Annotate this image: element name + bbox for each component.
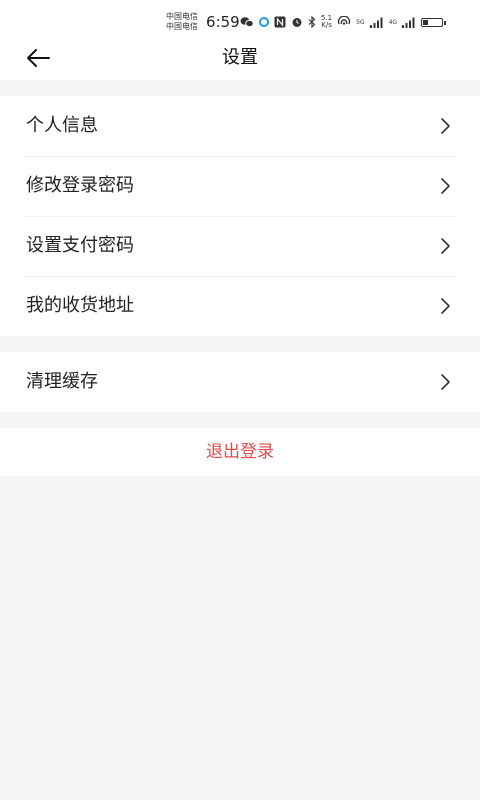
wechat-icon: [240, 17, 254, 28]
status-bar: 中国电信 中国电信 6:59 5.1 K/s 5G 4G: [0, 0, 480, 42]
chevron-right-icon: [441, 118, 450, 134]
menu-item-personal-info[interactable]: 个人信息: [0, 96, 480, 156]
menu-item-label: 修改登录密码: [26, 175, 134, 196]
signal-sim1-icon: [369, 17, 383, 28]
menu-item-label: 我的收货地址: [26, 295, 134, 316]
menu-item-set-payment-password[interactable]: 设置支付密码: [0, 216, 480, 276]
menu-item-label: 个人信息: [26, 115, 98, 136]
page-title: 设置: [222, 47, 258, 68]
app-notification-icon: [259, 17, 269, 27]
menu-item-label: 清理缓存: [26, 371, 98, 392]
logout-section: 退出登录: [0, 428, 480, 476]
sim1-network: 5G: [356, 18, 365, 26]
chevron-right-icon: [441, 374, 450, 390]
settings-group-account: 个人信息 修改登录密码 设置支付密码 我的收货地址: [0, 96, 480, 336]
hotspot-icon: [338, 16, 351, 25]
status-icons: 5.1 K/s 5G 4G: [240, 14, 447, 30]
carrier-info: 中国电信 中国电信: [166, 12, 198, 32]
chevron-right-icon: [441, 298, 450, 314]
carrier-2: 中国电信: [166, 22, 198, 31]
logout-button[interactable]: 退出登录: [0, 428, 480, 476]
battery-icon: [421, 17, 447, 27]
carrier-1: 中国电信: [166, 12, 198, 21]
menu-item-change-login-password[interactable]: 修改登录密码: [0, 156, 480, 216]
divider: [24, 276, 456, 277]
alarm-icon: [292, 18, 302, 27]
sim2-network: 4G: [388, 18, 398, 26]
chevron-right-icon: [441, 178, 450, 194]
divider: [24, 216, 456, 217]
bluetooth-icon: [308, 16, 316, 28]
battery-level: [423, 19, 429, 25]
chevron-right-icon: [441, 238, 450, 254]
signal-sim2-icon: [402, 17, 415, 28]
menu-item-shipping-address[interactable]: 我的收货地址: [0, 276, 480, 336]
top-bar: 中国电信 中国电信 6:59 5.1 K/s 5G 4G 设置: [0, 0, 480, 80]
settings-group-cache: 清理缓存: [0, 352, 480, 412]
divider: [24, 156, 456, 157]
nfc-icon: [274, 16, 286, 28]
status-time: 6:59: [206, 13, 240, 31]
menu-item-label: 设置支付密码: [26, 235, 134, 256]
network-speed: 5.1 K/s: [321, 14, 333, 29]
menu-item-clear-cache[interactable]: 清理缓存: [0, 352, 480, 412]
